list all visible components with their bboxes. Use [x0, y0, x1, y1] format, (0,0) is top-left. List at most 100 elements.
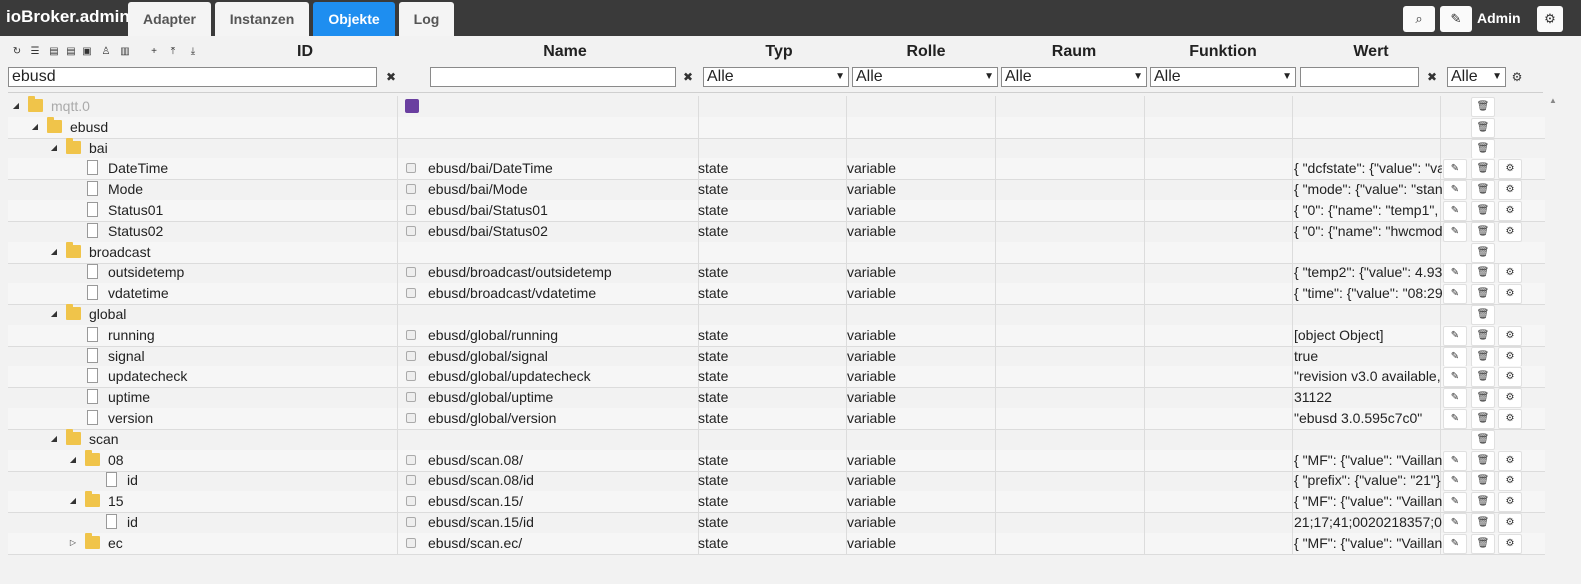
clear-id-filter-icon[interactable]: ✖ [383, 68, 399, 86]
object-id[interactable]: outsidetemp [108, 262, 353, 282]
filter-settings-icon[interactable]: ⚙ [1509, 68, 1525, 86]
table-row[interactable]: version ebusd/global/version state variable… [8, 408, 1545, 430]
delete-icon[interactable]: 🗑 [1471, 242, 1495, 263]
settings-icon[interactable]: ⚙ [1498, 159, 1522, 180]
object-id[interactable]: broadcast [89, 242, 353, 262]
object-id[interactable]: uptime [108, 387, 353, 407]
delete-icon[interactable]: 🗑 [1471, 284, 1495, 305]
table-row[interactable]: ◢ scan 🗑 [8, 428, 1545, 451]
settings-icon[interactable]: ⚙ [1498, 284, 1522, 305]
table-row[interactable]: updatecheck ebusd/global/updatecheck state… [8, 366, 1545, 389]
edit-icon[interactable]: ✎ [1443, 367, 1467, 388]
tab-adapter[interactable]: Adapter [128, 2, 211, 36]
tab-objekte[interactable]: Objekte [313, 2, 395, 36]
delete-icon[interactable]: 🗑 [1471, 492, 1495, 513]
delete-icon[interactable]: 🗑 [1471, 117, 1495, 138]
object-value[interactable]: { "time": {"value": "08:29 [1294, 283, 1442, 303]
settings-icon[interactable]: ⚙ [1498, 180, 1522, 201]
delete-icon[interactable]: 🗑 [1471, 513, 1495, 533]
object-value[interactable]: "revision v3.0 available, [1294, 366, 1442, 386]
table-row[interactable]: Mode ebusd/bai/Mode state variable { "mode":… [8, 179, 1545, 202]
object-value[interactable]: { "0": {"name": "hwcmod [1294, 221, 1442, 241]
object-id[interactable]: id [127, 512, 353, 532]
edit-icon[interactable]: ✎ [1443, 409, 1467, 429]
object-id[interactable]: version [108, 408, 353, 428]
table-row[interactable]: ◢ global 🗑 [8, 304, 1545, 326]
edit-icon[interactable]: ✎ [1443, 492, 1467, 513]
edit-icon[interactable]: ✎ [1443, 201, 1467, 221]
clear-name-filter-icon[interactable]: ✖ [680, 68, 696, 86]
object-value[interactable]: { "0": {"name": "temp1", [1294, 200, 1442, 220]
object-id[interactable]: 08 [108, 450, 353, 470]
settings-icon[interactable]: ⚙ [1498, 388, 1522, 409]
user-name[interactable]: Admin [1477, 10, 1521, 26]
table-row[interactable]: uptime ebusd/global/uptime state variable 31… [8, 387, 1545, 410]
edit-icon[interactable]: ✎ [1443, 533, 1467, 554]
delete-icon[interactable]: 🗑 [1471, 388, 1495, 409]
expand-toggle-icon[interactable]: ◢ [11, 96, 21, 116]
column-header-role[interactable]: Rolle [896, 43, 956, 61]
refresh-icon[interactable]: ↻ [10, 45, 24, 59]
object-id[interactable]: Mode [108, 179, 353, 199]
list-view-icon[interactable]: ☰ [28, 45, 42, 59]
delete-icon[interactable]: 🗑 [1471, 450, 1495, 471]
object-id[interactable]: id [127, 470, 353, 490]
delete-icon[interactable]: 🗑 [1471, 367, 1495, 388]
edit-icon[interactable]: ✎ [1443, 180, 1467, 201]
object-value[interactable]: { "MF": {"value": "Vaillan [1294, 533, 1442, 553]
object-id[interactable]: scan [89, 429, 353, 449]
delete-icon[interactable]: 🗑 [1471, 138, 1495, 159]
edit-icon[interactable]: ✎ [1443, 221, 1467, 242]
download-icon[interactable]: ⤓ [186, 45, 200, 59]
expand-toggle-icon[interactable]: ◢ [68, 450, 78, 470]
table-row[interactable]: Status02 ebusd/bai/Status02 state variable {… [8, 220, 1545, 243]
name-filter-input[interactable] [430, 67, 676, 87]
object-value[interactable]: "ebusd 3.0.595c7c0" [1294, 408, 1442, 428]
edit-icon[interactable]: ✎ [1443, 450, 1467, 471]
table-row[interactable]: DateTime ebusd/bai/DateTime state variable {… [8, 158, 1545, 181]
delete-icon[interactable]: 🗑 [1471, 325, 1495, 346]
table-row[interactable]: id ebusd/scan.08/id state variable { "prefix… [8, 470, 1545, 493]
settings-icon[interactable]: ⚙ [1498, 533, 1522, 554]
table-row[interactable]: signal ebusd/global/signal state variable tr… [8, 345, 1545, 368]
function-filter-select[interactable]: Alle ▼ [1150, 67, 1296, 87]
table-row[interactable]: ◢ bai 🗑 [8, 137, 1545, 160]
edit-icon[interactable]: ✎ [1443, 471, 1467, 492]
object-id[interactable]: bai [89, 138, 353, 158]
delete-icon[interactable]: 🗑 [1471, 533, 1495, 554]
value-filter-input[interactable] [1300, 67, 1419, 87]
settings-icon[interactable]: ⚙ [1498, 201, 1522, 221]
table-row[interactable]: id ebusd/scan.15/id state variable 21;17;41;… [8, 512, 1545, 534]
delete-icon[interactable]: 🗑 [1471, 263, 1495, 284]
object-id[interactable]: ebusd [70, 117, 353, 137]
columns-icon[interactable]: ▥ [118, 45, 132, 59]
settings-icon[interactable]: ⚙ [1498, 263, 1522, 284]
delete-icon[interactable]: 🗑 [1471, 159, 1495, 180]
object-value[interactable]: { "MF": {"value": "Vaillan [1294, 450, 1442, 470]
collapse-icon[interactable]: ▣ [80, 45, 94, 59]
folder-open-icon[interactable]: ▤ [47, 45, 61, 59]
expand-toggle-icon[interactable]: ◢ [49, 304, 59, 324]
settings-icon[interactable]: ⚙ [1498, 450, 1522, 471]
object-id[interactable]: updatecheck [108, 366, 353, 386]
table-row[interactable]: outsidetemp ebusd/broadcast/outsidetemp st… [8, 262, 1545, 285]
object-id[interactable]: Status02 [108, 221, 353, 241]
tab-log[interactable]: Log [399, 2, 454, 36]
delete-icon[interactable]: 🗑 [1471, 409, 1495, 429]
settings-icon[interactable]: ⚙ [1498, 513, 1522, 533]
object-value[interactable]: { "dcfstate": {"value": "va [1294, 158, 1442, 178]
id-filter-input[interactable]: ebusd [8, 67, 377, 87]
object-id[interactable]: ec [108, 533, 353, 553]
expand-toggle-icon[interactable]: ◢ [30, 117, 40, 137]
object-value[interactable]: 21;17;41;0020218357;0 [1294, 512, 1442, 532]
object-id[interactable]: 15 [108, 491, 353, 511]
settings-icon[interactable]: ⚙ [1498, 221, 1522, 242]
column-header-function[interactable]: Funktion [1180, 43, 1266, 61]
column-header-name[interactable]: Name [530, 43, 600, 61]
object-value[interactable]: { "mode": {"value": "stan [1294, 179, 1442, 199]
object-value[interactable]: { "temp2": {"value": 4.93 [1294, 262, 1442, 282]
object-value[interactable]: true [1294, 346, 1442, 366]
expand-toggle-icon[interactable]: ◢ [49, 138, 59, 158]
clear-value-filter-icon[interactable]: ✖ [1424, 68, 1440, 86]
table-row[interactable]: Status01 ebusd/bai/Status01 state variable {… [8, 200, 1545, 222]
